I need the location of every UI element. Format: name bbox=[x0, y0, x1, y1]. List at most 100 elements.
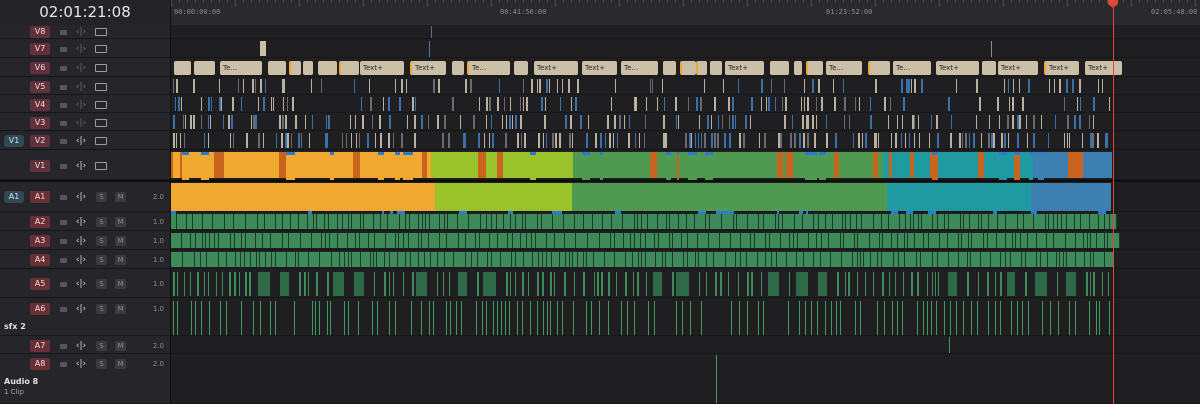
track-label-a3[interactable]: A3 bbox=[30, 235, 50, 247]
audio-clip[interactable] bbox=[431, 252, 438, 267]
audio-clip[interactable] bbox=[445, 252, 454, 267]
audio-clip[interactable] bbox=[648, 301, 649, 335]
audio-clip[interactable] bbox=[988, 301, 989, 335]
clip[interactable] bbox=[685, 133, 687, 148]
audio-clip[interactable] bbox=[515, 272, 516, 296]
audio-clip[interactable] bbox=[386, 233, 396, 248]
audio-clip[interactable] bbox=[190, 272, 191, 296]
clip[interactable] bbox=[976, 115, 977, 129]
lock-icon[interactable] bbox=[58, 100, 68, 110]
clip[interactable] bbox=[364, 183, 371, 211]
clip[interactable] bbox=[1082, 133, 1083, 148]
clip[interactable] bbox=[388, 97, 390, 111]
audio-clip[interactable] bbox=[433, 301, 434, 335]
audio-clip[interactable] bbox=[599, 301, 600, 335]
clip[interactable] bbox=[283, 183, 291, 211]
clip[interactable] bbox=[928, 183, 936, 216]
lock-icon[interactable] bbox=[58, 359, 68, 369]
clip[interactable] bbox=[858, 133, 860, 148]
clip[interactable] bbox=[588, 183, 595, 211]
clip[interactable] bbox=[979, 97, 981, 111]
audio-clip[interactable] bbox=[845, 272, 846, 296]
mute-button[interactable]: M bbox=[115, 304, 126, 314]
clip[interactable] bbox=[1079, 79, 1081, 93]
clip[interactable] bbox=[807, 97, 809, 111]
audio-clip[interactable] bbox=[748, 214, 759, 229]
audio-clip[interactable] bbox=[358, 301, 359, 335]
clip[interactable] bbox=[819, 152, 826, 181]
audio-clip[interactable] bbox=[883, 233, 892, 248]
link-icon[interactable]: ‹|› bbox=[74, 359, 88, 369]
audio-clip[interactable] bbox=[381, 214, 388, 229]
audio-clip[interactable] bbox=[348, 233, 356, 248]
lock-icon[interactable] bbox=[58, 27, 68, 37]
clip[interactable] bbox=[898, 183, 906, 211]
track-label-a4[interactable]: A4 bbox=[30, 254, 50, 266]
clip[interactable] bbox=[537, 79, 538, 93]
audio-clip[interactable] bbox=[204, 272, 205, 296]
audio-clip[interactable] bbox=[690, 301, 691, 335]
audio-clip[interactable] bbox=[949, 337, 950, 353]
clip[interactable] bbox=[710, 61, 722, 75]
audio-clip[interactable] bbox=[1069, 301, 1070, 335]
audio-clip[interactable] bbox=[422, 233, 429, 248]
clip[interactable] bbox=[362, 115, 364, 129]
audio-clip[interactable] bbox=[795, 214, 803, 229]
clip[interactable] bbox=[588, 115, 589, 129]
audio-clip[interactable] bbox=[246, 233, 256, 248]
video-source-tag[interactable]: V1 bbox=[4, 135, 24, 147]
clip[interactable] bbox=[1008, 79, 1009, 93]
clip[interactable] bbox=[223, 115, 224, 129]
clip[interactable] bbox=[1004, 79, 1005, 93]
audio-clip[interactable] bbox=[908, 233, 915, 248]
audio-clip[interactable] bbox=[1042, 301, 1043, 335]
audio-clip[interactable] bbox=[275, 301, 276, 335]
audio-clip[interactable] bbox=[312, 301, 313, 335]
clip[interactable] bbox=[902, 152, 910, 178]
clip[interactable] bbox=[1101, 152, 1109, 178]
clip[interactable] bbox=[272, 152, 279, 178]
audio-clip[interactable] bbox=[1089, 301, 1090, 335]
clip[interactable] bbox=[645, 115, 646, 129]
audio-clip[interactable] bbox=[1090, 214, 1099, 229]
audio-clip[interactable] bbox=[938, 272, 939, 296]
clip[interactable] bbox=[1012, 97, 1014, 111]
clip[interactable] bbox=[843, 79, 844, 93]
audio-clip[interactable] bbox=[956, 301, 957, 335]
audio-clip[interactable] bbox=[246, 214, 258, 229]
clip[interactable] bbox=[759, 133, 760, 148]
clip[interactable] bbox=[339, 61, 359, 75]
lock-icon[interactable] bbox=[58, 279, 68, 289]
clip[interactable] bbox=[1004, 133, 1006, 148]
audio-clip[interactable] bbox=[216, 272, 217, 296]
clip[interactable] bbox=[201, 152, 209, 181]
audio-clip[interactable] bbox=[450, 301, 451, 335]
clip[interactable] bbox=[841, 183, 849, 211]
track-label-v2[interactable]: V2 bbox=[30, 135, 50, 147]
audio-clip[interactable] bbox=[573, 301, 574, 335]
audio-clip[interactable] bbox=[448, 214, 458, 229]
clip[interactable] bbox=[870, 115, 872, 129]
text-clip[interactable]: Text+ bbox=[1044, 61, 1079, 75]
audio-clip[interactable] bbox=[1011, 301, 1012, 335]
clip[interactable] bbox=[884, 97, 886, 111]
audio-clip[interactable] bbox=[390, 252, 398, 267]
clip[interactable] bbox=[263, 133, 264, 148]
audio-clip[interactable] bbox=[547, 233, 555, 248]
audio-clip[interactable] bbox=[229, 272, 231, 296]
clip[interactable] bbox=[1067, 115, 1069, 129]
link-icon[interactable]: ‹|› bbox=[74, 341, 88, 351]
audio-clip[interactable] bbox=[235, 233, 242, 248]
clip[interactable] bbox=[600, 133, 602, 148]
clip[interactable] bbox=[389, 115, 391, 129]
audio-clip[interactable] bbox=[716, 355, 717, 403]
audio-clip[interactable] bbox=[565, 233, 576, 248]
clip[interactable] bbox=[326, 115, 327, 129]
clip[interactable] bbox=[794, 61, 802, 75]
audio-clip[interactable] bbox=[1108, 272, 1109, 296]
audio-clip[interactable] bbox=[989, 214, 998, 229]
audio-clip[interactable] bbox=[374, 214, 381, 229]
clip[interactable] bbox=[283, 97, 284, 111]
clip[interactable] bbox=[743, 133, 745, 148]
clip[interactable] bbox=[775, 97, 776, 111]
